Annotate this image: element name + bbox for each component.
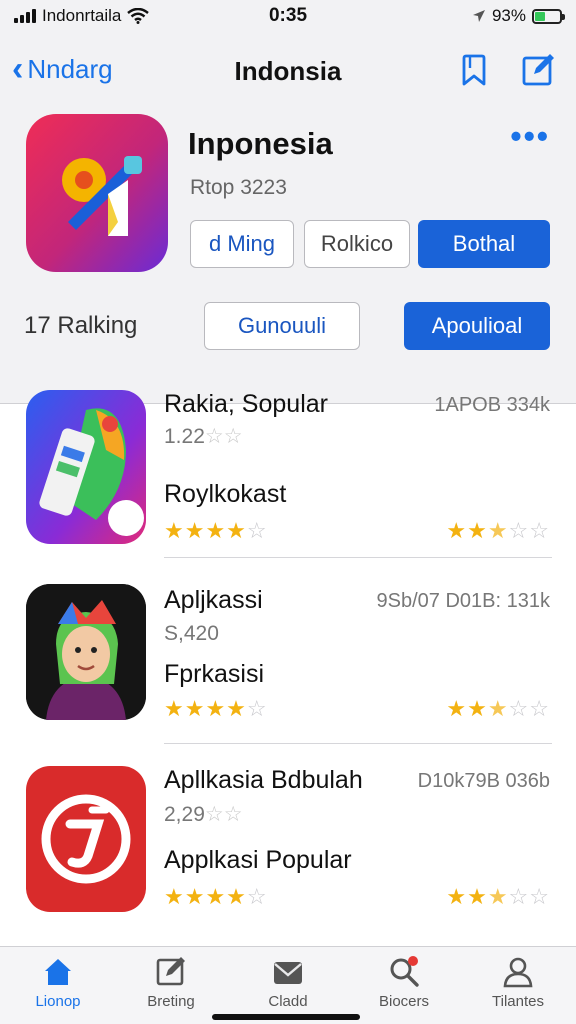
- hero-button-1[interactable]: d Ming: [190, 220, 294, 268]
- app-subtitle: Roylkokast: [164, 480, 287, 508]
- battery-icon: [532, 8, 565, 24]
- person-icon: [503, 957, 533, 988]
- location-icon: [472, 10, 485, 22]
- app-icon-3[interactable]: [26, 766, 146, 912]
- review-count: S,420: [164, 622, 219, 645]
- divider: [164, 557, 552, 558]
- small-star-icon: ☆☆: [204, 803, 243, 826]
- rating-stars-left: ★★★★☆: [164, 884, 268, 909]
- app-icon-1[interactable]: [26, 390, 146, 544]
- tab-home[interactable]: Lionop: [8, 955, 108, 1010]
- tab-label: Lionop: [35, 993, 81, 1010]
- ranking-button-2[interactable]: Apoulioal: [404, 302, 550, 350]
- app-name: Apllkasia Bdbulah: [164, 766, 363, 794]
- battery-percent: 93%: [491, 6, 526, 25]
- review-count: 1.22: [164, 425, 205, 448]
- home-icon: [45, 959, 71, 985]
- ranking-button-1[interactable]: Gunouuli: [204, 302, 360, 350]
- app-subtitle: Applkasi Popular: [164, 846, 352, 874]
- rating-stars-right: ★★★☆☆: [446, 884, 550, 909]
- featured-app-title: Inponesia: [188, 126, 333, 161]
- rating-stars-left: ★★★★☆: [164, 696, 268, 721]
- tab-label: Biocers: [378, 993, 430, 1010]
- featured-app-icon[interactable]: [26, 114, 168, 272]
- rating-stars-left: ★★★★☆: [164, 518, 268, 543]
- tab-label: Cladd: [268, 993, 308, 1010]
- app-name: Apljkassi: [164, 586, 263, 614]
- bookmark-icon[interactable]: [456, 52, 492, 88]
- app-meta: D10k79B 036b: [417, 770, 550, 792]
- hero-button-2[interactable]: Rolkico: [304, 220, 410, 268]
- mail-icon: [274, 962, 302, 984]
- home-indicator: [212, 1014, 360, 1020]
- featured-app-subtitle: Rtop 3223: [190, 176, 287, 199]
- tab-bar: Lionop Breting Cladd Biocers Tilantes: [0, 946, 576, 1024]
- app-icon-2[interactable]: [26, 584, 146, 720]
- app-header: ‹ Nndarg Indonsia Inponesia Rtop 3223 ••…: [0, 34, 576, 404]
- app-meta: 1APOB 334k: [434, 394, 550, 416]
- ranking-label: 17 Ralking: [24, 312, 138, 339]
- tab-cladd[interactable]: Cladd: [238, 955, 338, 1010]
- tab-label: Breting: [147, 993, 195, 1010]
- tab-breting[interactable]: Breting: [121, 955, 221, 1010]
- edit-icon: [156, 957, 185, 986]
- list-item[interactable]: Apllkasia Bdbulah D10k79B 036b 2,29☆☆ Ap…: [0, 752, 576, 942]
- app-name: Rakia; Sopular: [164, 390, 328, 418]
- rating-stars-right: ★★★☆☆: [446, 518, 550, 543]
- review-count: 2,29: [164, 803, 205, 826]
- list-item[interactable]: Apljkassi 9Sb/07 D01B: 131k S,420 Fprkas…: [0, 564, 576, 754]
- search-icon: [390, 956, 419, 987]
- tab-label: Tilantes: [492, 993, 544, 1010]
- small-star-icon: ☆☆: [204, 425, 243, 448]
- status-bar: Indonrtaila 0:35 93%: [0, 0, 576, 34]
- rating-stars-right: ★★★☆☆: [446, 696, 550, 721]
- tab-biocers[interactable]: Biocers: [354, 955, 454, 1010]
- app-meta: 9Sb/07 D01B: 131k: [376, 590, 550, 612]
- app-subtitle: Fprkasisi: [164, 660, 265, 688]
- more-options-icon[interactable]: •••: [510, 121, 550, 152]
- tab-tilantes[interactable]: Tilantes: [468, 955, 568, 1010]
- nav-bar: ‹ Nndarg Indonsia: [0, 44, 576, 92]
- hero-button-3[interactable]: Bothal: [418, 220, 550, 268]
- divider: [164, 743, 552, 744]
- list-item[interactable]: Rakia; Sopular 1APOB 334k 1.22☆☆ Roylkok…: [0, 368, 576, 558]
- compose-icon[interactable]: [520, 52, 556, 88]
